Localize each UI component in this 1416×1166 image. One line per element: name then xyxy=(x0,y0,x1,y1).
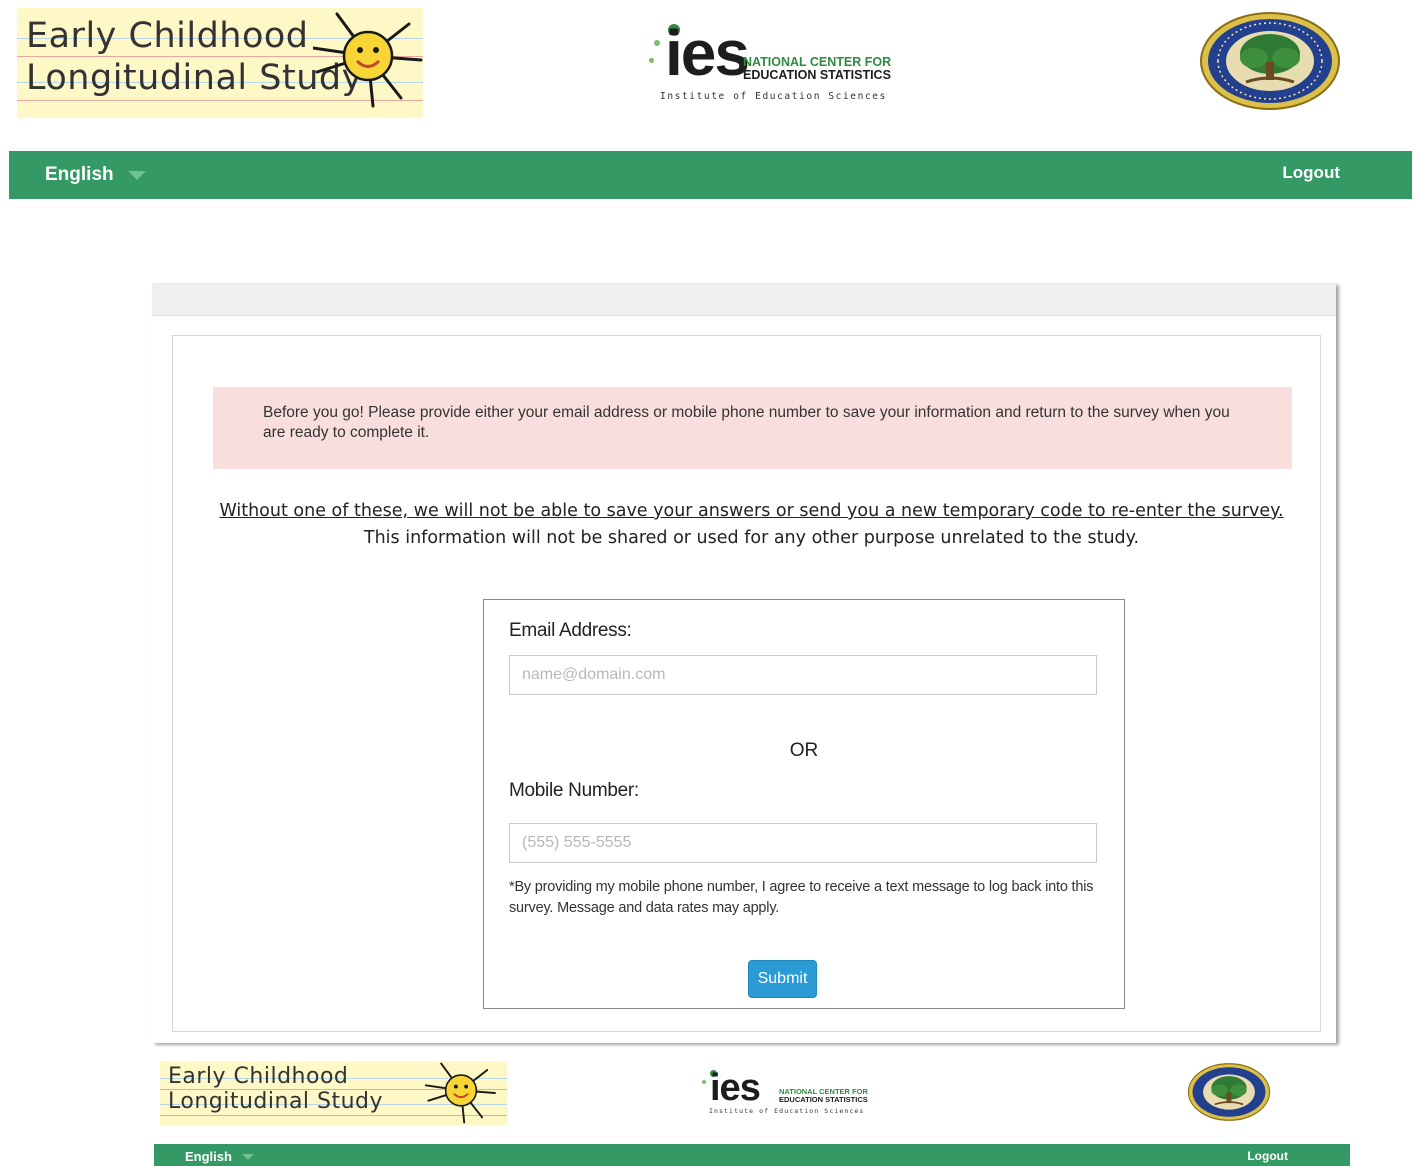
footer-ies-nces-logo: ies NATIONAL CENTER FOR EDUCATION STATIS… xyxy=(697,1068,907,1118)
footer-ecls-logo-line2: Longitudinal Study xyxy=(168,1089,384,1114)
footer-language-dropdown[interactable]: English xyxy=(185,1149,254,1164)
panel-heading xyxy=(152,283,1336,316)
sun-icon xyxy=(313,12,423,108)
footer-navbar: English Logout xyxy=(154,1144,1350,1166)
chevron-down-icon xyxy=(241,1153,254,1160)
notice-plain: This information will not be shared or u… xyxy=(363,528,1140,548)
email-field[interactable] xyxy=(509,655,1097,695)
save-info-alert: Before you go! Please provide either you… xyxy=(213,387,1292,469)
survey-panel: Before you go! Please provide either you… xyxy=(152,283,1336,1043)
department-of-education-seal xyxy=(1200,12,1340,110)
ies-word: ies xyxy=(665,17,750,89)
sms-disclaimer: *By providing my mobile phone number, I … xyxy=(509,879,1094,916)
mobile-label: Mobile Number: xyxy=(509,780,639,801)
sun-icon xyxy=(424,1062,496,1124)
footer-nces-text: NATIONAL CENTER FOR EDUCATION STATISTICS xyxy=(779,1087,868,1104)
notice-text: Without one of these, we will not be abl… xyxy=(173,498,1330,552)
submit-button[interactable]: Submit xyxy=(748,960,817,998)
footer-ecls-logo-line1: Early Childhood xyxy=(168,1064,349,1089)
panel-body: Before you go! Please provide either you… xyxy=(172,335,1321,1032)
footer-ies-word: ies xyxy=(710,1067,761,1109)
footer-logout-link[interactable]: Logout xyxy=(1247,1149,1288,1163)
footer-department-of-education-seal xyxy=(1187,1063,1271,1121)
contact-form: Email Address: OR Mobile Number: *By pro… xyxy=(483,599,1125,1009)
chevron-down-icon xyxy=(127,170,146,180)
footer-ies-subtitle: Institute of Education Sciences xyxy=(709,1107,865,1115)
footer-ecls-logo: Early Childhood Longitudinal Study xyxy=(160,1061,507,1125)
ies-subtitle: Institute of Education Sciences xyxy=(660,91,887,102)
language-dropdown[interactable]: English xyxy=(45,164,146,186)
or-separator: OR xyxy=(789,740,819,761)
top-navbar: English Logout xyxy=(9,151,1412,199)
mobile-number-field[interactable] xyxy=(509,823,1097,863)
ies-dot-icon xyxy=(654,40,660,46)
ecls-logo: Early Childhood Longitudinal Study xyxy=(17,8,423,118)
ies-dot-icon xyxy=(702,1080,706,1084)
footer-language-label: English xyxy=(185,1149,232,1164)
ies-dot-icon xyxy=(649,58,654,63)
nces-text: NATIONAL CENTER FOR EDUCATION STATISTICS xyxy=(743,55,892,83)
notice-underlined: Without one of these, we will not be abl… xyxy=(219,501,1284,521)
ecls-logo-line1: Early Childhood xyxy=(26,16,309,56)
ies-nces-logo: ies NATIONAL CENTER FOR EDUCATION STATIS… xyxy=(645,17,892,110)
language-label: English xyxy=(45,164,114,185)
email-label: Email Address: xyxy=(509,620,632,641)
logout-link[interactable]: Logout xyxy=(1282,163,1340,183)
